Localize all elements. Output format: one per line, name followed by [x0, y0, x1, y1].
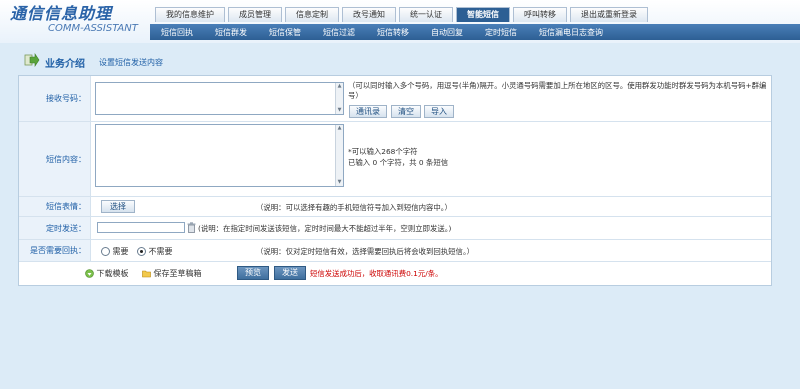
- receipt-noneed-label: 不需要: [148, 247, 173, 256]
- receipt-row: 是否需要回执： 需要 不需要 （说明：仅对定时短信有效，选择需要回执后将会收到回…: [19, 240, 771, 262]
- sms-form: 接收号码： ▲ ▼ （可以同时输入多个号码，用逗号(半角)隔开。小灵通号码需要加上…: [18, 75, 772, 286]
- download-template-label: 下载模板: [96, 269, 129, 278]
- receiver-hint: （可以同时输入多个号码，用逗号(半角)隔开。小灵通号码需要加上所在地区的区号。使…: [348, 81, 767, 100]
- content-row: 短信内容： ▲ ▼ *可以输入268个字符 已输入 0 个字符，共 0 条短信: [19, 122, 771, 197]
- header-bar: 通信信息助理 COMM-ASSISTANT 我的信息维护 成员管理 信息定制 改…: [0, 0, 800, 43]
- section-title-row: 业务介绍 设置短信发送内容: [18, 50, 770, 76]
- receipt-need-option[interactable]: 需要: [101, 246, 129, 257]
- subnav-missed-call-log[interactable]: 短信漏电日志查询: [528, 27, 614, 38]
- save-draft-label: 保存至草稿箱: [153, 269, 202, 278]
- actions-row: 下载模板 保存至草稿箱 预览 发送 短信发送成功后，收取通讯费0.1元/条。: [19, 262, 771, 285]
- subnav-scheduled-sms[interactable]: 定时短信: [474, 27, 528, 38]
- send-button[interactable]: 发送: [274, 266, 306, 280]
- arrow-right-icon: [24, 53, 40, 67]
- main-content: 业务介绍 设置短信发送内容 接收号码： ▲ ▼ （可以同时输入多个号码，用逗号(半…: [18, 50, 772, 286]
- tab-unified-auth[interactable]: 统一认证: [399, 7, 453, 22]
- schedule-label: 定时发送：: [19, 217, 91, 239]
- logo-subtitle: COMM-ASSISTANT: [48, 23, 138, 34]
- receiver-scrollbar[interactable]: ▲ ▼: [335, 83, 343, 114]
- receiver-row: 接收号码： ▲ ▼ （可以同时输入多个号码，用逗号(半角)隔开。小灵通号码需要加上…: [19, 76, 771, 122]
- subnav-sms-storage[interactable]: 短信保管: [258, 27, 312, 38]
- subnav-sms-filter[interactable]: 短信过滤: [312, 27, 366, 38]
- content-label: 短信内容：: [19, 122, 91, 196]
- folder-icon: [142, 270, 151, 278]
- content-input[interactable]: ▲ ▼: [95, 124, 344, 187]
- content-count-hint: 已输入 0 个字符，共 0 条短信: [348, 158, 449, 167]
- tab-info-customize[interactable]: 信息定制: [285, 7, 339, 22]
- page-title: 业务介绍: [45, 59, 85, 70]
- clear-button[interactable]: 清空: [391, 105, 421, 118]
- receipt-note: （说明：仅对定时短信有效，选择需要回执后将会收到回执短信。）: [256, 247, 475, 256]
- save-draft-link[interactable]: 保存至草稿箱: [142, 268, 202, 279]
- logo-title: 通信信息助理: [10, 4, 113, 23]
- tab-logout[interactable]: 退出或重新登录: [570, 7, 648, 22]
- receipt-noneed-option[interactable]: 不需要: [137, 246, 173, 257]
- download-icon: [85, 269, 94, 278]
- receipt-label: 是否需要回执：: [19, 240, 91, 261]
- emoticon-note: （说明：可以选择有趣的手机短信符号加入到短信内容中。）: [256, 203, 452, 212]
- receiver-input[interactable]: ▲ ▼: [95, 82, 344, 115]
- import-button[interactable]: 导入: [424, 105, 454, 118]
- select-emoticon-button[interactable]: 选择: [101, 200, 135, 213]
- tab-my-info[interactable]: 我的信息维护: [155, 7, 225, 22]
- schedule-note: (说明：在指定时间发送该短信，定时时间最大不能超过半年，空则立即发送。): [198, 224, 452, 233]
- subnav-sms-receipt[interactable]: 短信回执: [150, 27, 204, 38]
- address-book-button[interactable]: 通讯录: [349, 105, 387, 118]
- schedule-row: 定时发送： (说明：在指定时间发送该短信，定时时间最大不能超过半年，空则立即发送…: [19, 217, 771, 240]
- schedule-time-input[interactable]: [97, 222, 185, 233]
- receipt-need-label: 需要: [112, 247, 129, 256]
- receipt-need-radio[interactable]: [101, 247, 110, 256]
- top-tabs: 我的信息维护 成员管理 信息定制 改号通知 统一认证 智能短信 呼叫转移 退出或…: [155, 7, 651, 22]
- emoticon-label: 短信表情：: [19, 197, 91, 216]
- tab-number-change[interactable]: 改号通知: [342, 7, 396, 22]
- subnav-sms-transfer[interactable]: 短信转移: [366, 27, 420, 38]
- settings-link[interactable]: 设置短信发送内容: [99, 57, 163, 68]
- sub-nav: 短信回执 短信群发 短信保管 短信过滤 短信转移 自动回复 定时短信 短信漏电日…: [150, 24, 800, 40]
- tab-member-management[interactable]: 成员管理: [228, 7, 282, 22]
- content-limit-hint: *可以输入268个字符: [348, 147, 418, 156]
- receipt-noneed-radio[interactable]: [137, 247, 146, 256]
- receiver-label: 接收号码：: [19, 76, 91, 121]
- subnav-auto-reply[interactable]: 自动回复: [420, 27, 474, 38]
- logo: 通信信息助理 COMM-ASSISTANT: [10, 4, 138, 35]
- download-template-link[interactable]: 下载模板: [85, 268, 129, 279]
- preview-button[interactable]: 预览: [237, 266, 269, 280]
- emoticon-row: 短信表情： 选择 （说明：可以选择有趣的手机短信符号加入到短信内容中。）: [19, 197, 771, 217]
- tab-smart-sms[interactable]: 智能短信: [456, 7, 510, 22]
- content-scrollbar[interactable]: ▲ ▼: [335, 125, 343, 186]
- tab-call-forward[interactable]: 呼叫转移: [513, 7, 567, 22]
- fee-note: 短信发送成功后，收取通讯费0.1元/条。: [310, 269, 443, 278]
- subnav-sms-broadcast[interactable]: 短信群发: [204, 27, 258, 38]
- trash-icon[interactable]: [187, 222, 196, 233]
